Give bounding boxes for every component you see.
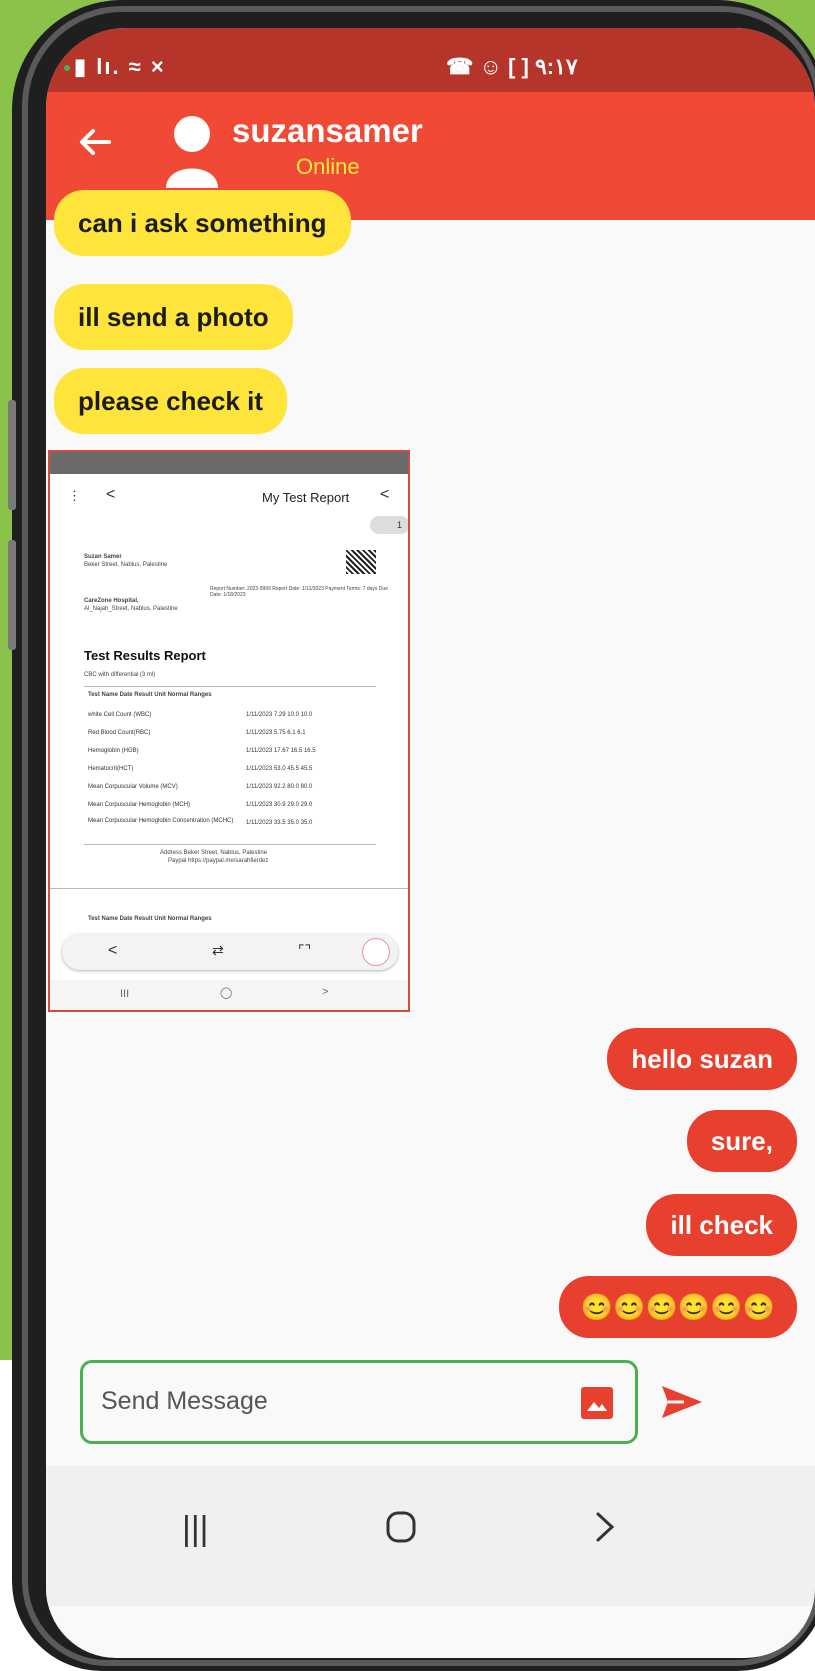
- photo-hospital-name: CareZone Hospital,: [84, 598, 139, 604]
- photo-row-label: Mean Corpuscular Hemoglobin (MCH): [88, 802, 191, 808]
- photo-footer-paypal: Paypal https://paypal.me/sarahfierdez: [168, 858, 269, 864]
- photo-toolbar-edit-icon: ⇄: [212, 942, 224, 958]
- photo-footer-address: Address Beker Street, Nablus, Palestine: [160, 850, 268, 856]
- outgoing-message[interactable]: sure,: [686, 1110, 797, 1172]
- contact-name: suzansamer: [232, 112, 423, 149]
- photo-row-label: Red Blood Count(RBC): [88, 730, 151, 736]
- message-composer: [46, 1360, 815, 1480]
- photo-navbar: III ◯ >: [50, 980, 408, 1010]
- photo-page-break: [50, 888, 408, 889]
- incoming-message[interactable]: ill send a photo: [54, 284, 293, 350]
- photo-report-heading: Test Results Report: [84, 648, 206, 663]
- photo-divider: [84, 844, 376, 845]
- photo-nav-recents-icon: III: [120, 988, 130, 1000]
- status-left-icons: ▮ lı. ≈ ×: [64, 54, 166, 80]
- person-icon[interactable]: [162, 112, 222, 192]
- photo-page-number: 1: [370, 516, 408, 534]
- photo-report-meta: Report Number: 2023-9999 Report Date: 1/…: [210, 586, 388, 598]
- photo-row-values: 1/11/2023 33.5 35.0 35.0: [246, 820, 313, 826]
- photo-row-label: Hemoglobin (HGB): [88, 748, 139, 754]
- photo-patient-address: Beker Street, Nablus, Palestine: [84, 562, 168, 568]
- photo-toolbar-scan-icon: ⌜⌝: [298, 942, 312, 958]
- photo-chevron-icon: <: [380, 486, 390, 503]
- photo-row-values: 1/11/2023 53.0 45.5 45.5: [246, 766, 313, 772]
- volume-down-button: [8, 540, 16, 650]
- outgoing-message[interactable]: 😊😊😊😊😊😊: [558, 1276, 797, 1338]
- photo-status-bar: [50, 452, 408, 474]
- photo-table-header: Test Name Date Result Unit Normal Ranges: [88, 692, 212, 698]
- photo-nav-back-icon: >: [322, 986, 329, 998]
- send-icon[interactable]: [660, 1380, 704, 1424]
- photo-toolbar-thumbnail-icon: [362, 938, 390, 966]
- photo-row-label: white Cell Count (WBC): [88, 712, 152, 718]
- outgoing-message[interactable]: hello suzan: [607, 1028, 797, 1090]
- incoming-message[interactable]: please check it: [54, 368, 287, 434]
- photo-share-icon: <: [106, 486, 116, 503]
- photo-hospital-address: Al_Najah_Street, Nablus, Palestine: [84, 606, 178, 612]
- photo-row-values: 1/11/2023 7.29 10.0 10.0: [246, 712, 313, 718]
- recents-icon[interactable]: |||: [182, 1510, 209, 1549]
- photo-nav-home-icon: ◯: [220, 987, 233, 999]
- qr-code-icon: [346, 550, 376, 574]
- outgoing-message[interactable]: ill check: [646, 1194, 797, 1256]
- photo-row-label: Mean Corpuscular Hemoglobin Concentratio…: [88, 818, 234, 824]
- message-list[interactable]: can i ask something ill send a photo ple…: [46, 190, 815, 1360]
- photo-table-header: Test Name Date Result Unit Normal Ranges: [88, 916, 212, 922]
- photo-menu-icon: ⋮: [68, 488, 81, 503]
- photo-toolbar-share-icon: <: [108, 942, 118, 959]
- volume-up-button: [8, 400, 16, 510]
- incoming-message[interactable]: can i ask something: [54, 190, 351, 256]
- photo-row-label: Hematocrit(HCT): [88, 766, 134, 772]
- photo-toolbar: < ⇄ ⌜⌝: [62, 934, 398, 970]
- photo-attachment[interactable]: ⋮ < My Test Report < 1 Suzan Samer Beker…: [48, 450, 410, 1012]
- back-icon[interactable]: [594, 1510, 616, 1553]
- photo-row-values: 1/11/2023 92.2 80.0 80.0: [246, 784, 313, 790]
- arrow-left-icon[interactable]: [70, 122, 120, 172]
- phone-screen: ▮ lı. ≈ × ☎ ☺ [ ] ٩:١٧ suzansamer Online…: [46, 28, 815, 1658]
- image-icon[interactable]: [581, 1387, 613, 1419]
- photo-row-values: 1/11/2023 30.9 29.0 29.0: [246, 802, 313, 808]
- message-input[interactable]: [101, 1381, 561, 1421]
- photo-row-values: 1/11/2023 5.75 6.1 6.1: [246, 730, 306, 736]
- photo-row-label: Mean Corpuscular Volume (MCV): [88, 784, 178, 790]
- status-bar: ▮ lı. ≈ × ☎ ☺ [ ] ٩:١٧: [46, 28, 815, 92]
- message-input-container[interactable]: [80, 1360, 638, 1444]
- contact-status: Online: [296, 154, 360, 179]
- photo-patient-name: Suzan Samer: [84, 554, 122, 560]
- system-navbar: |||: [46, 1466, 815, 1606]
- photo-report-subheading: CBC with differential (3 ml): [84, 672, 156, 678]
- photo-divider: [84, 686, 376, 687]
- home-icon[interactable]: [386, 1510, 416, 1553]
- status-right-icons: ☎ ☺ [ ] ٩:١٧: [446, 54, 578, 79]
- photo-title: My Test Report: [262, 490, 350, 505]
- photo-row-values: 1/11/2023 17.67 16.5 16.5: [246, 748, 316, 754]
